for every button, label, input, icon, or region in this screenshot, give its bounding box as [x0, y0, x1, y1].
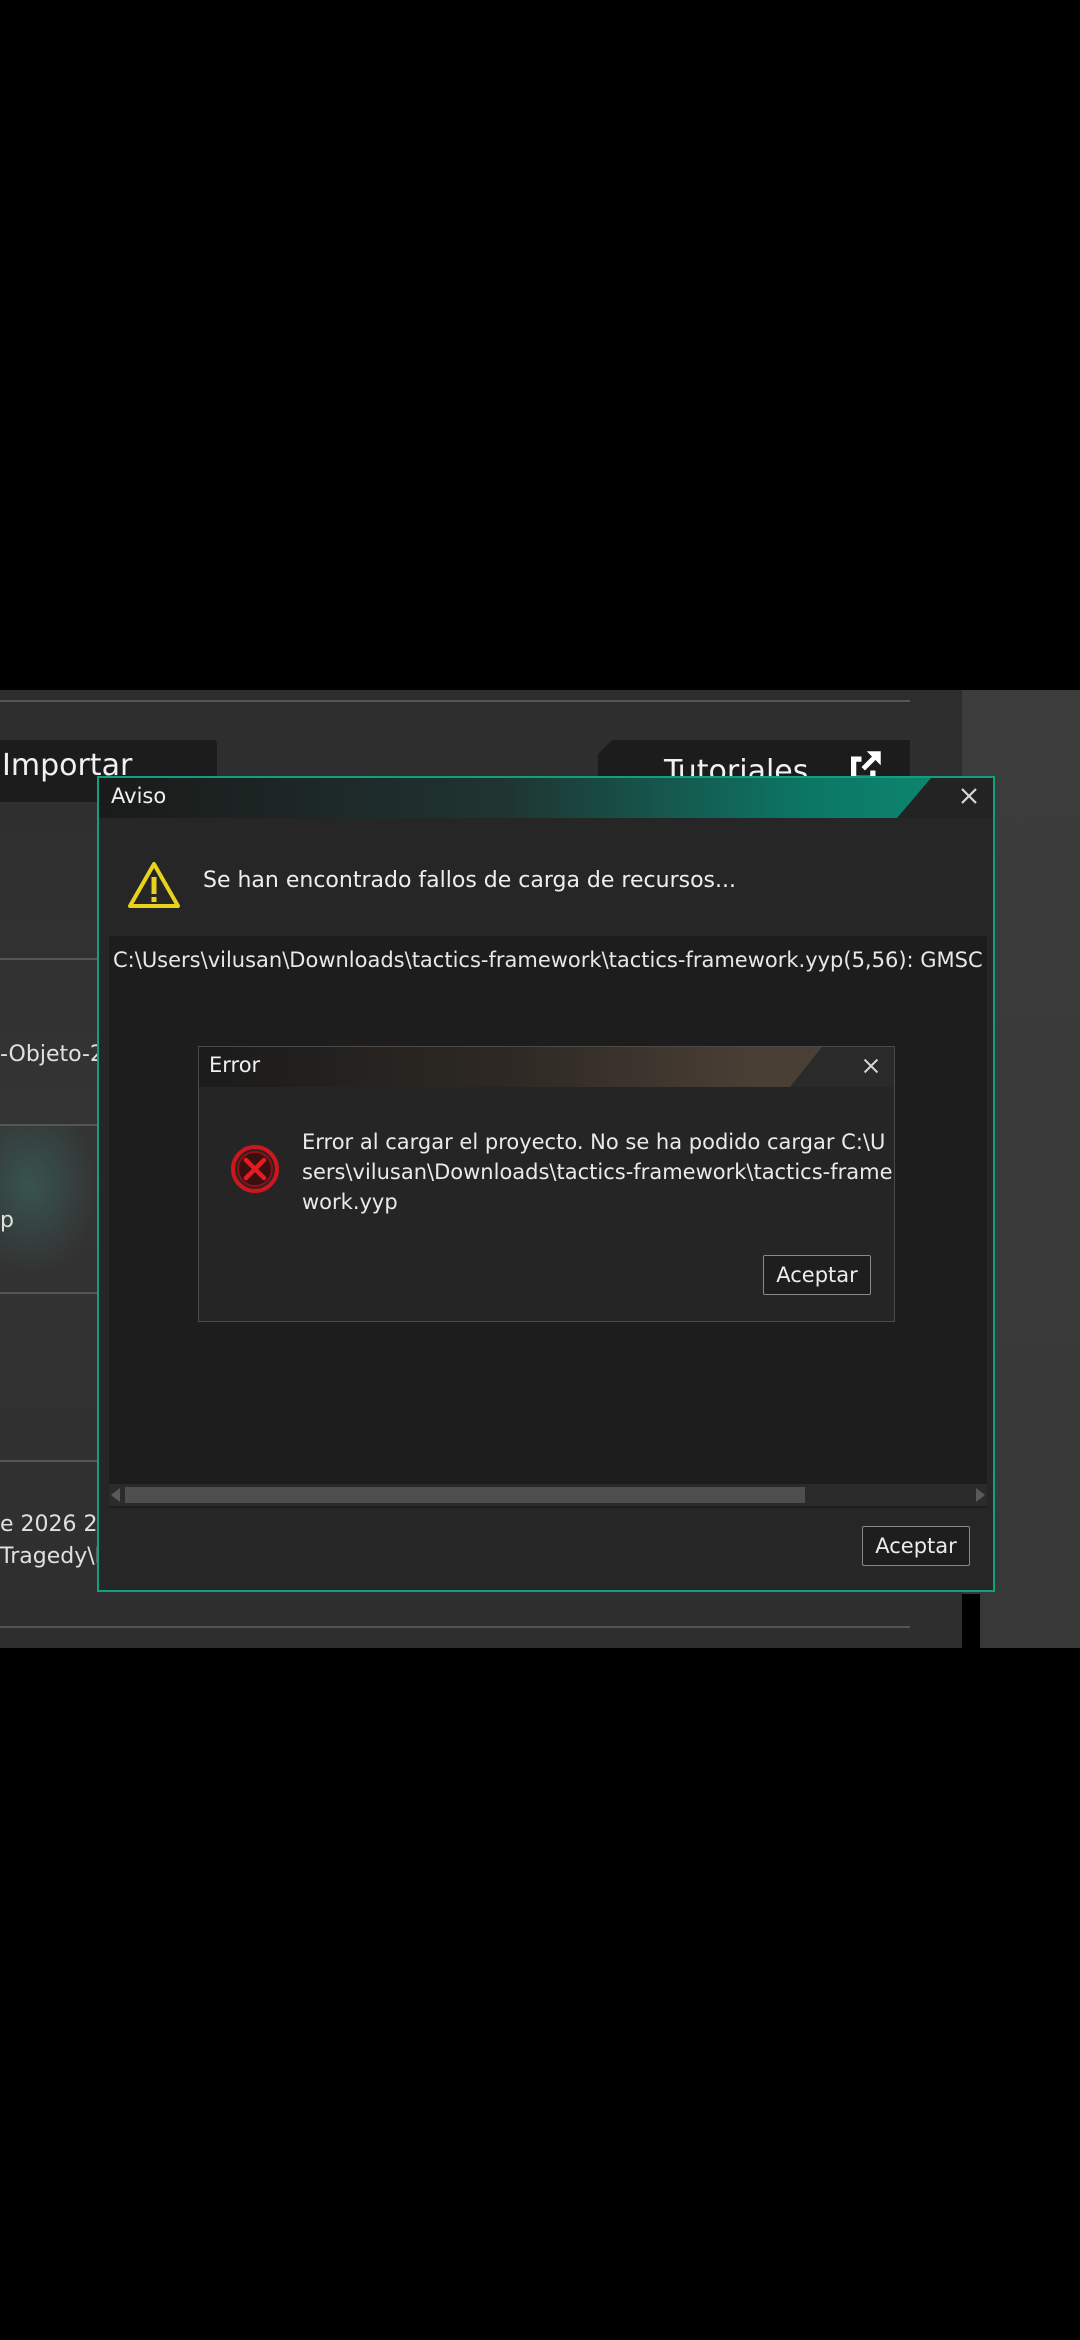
error-close-button[interactable]	[790, 1047, 894, 1087]
warning-icon	[128, 862, 180, 908]
scrollbar-thumb[interactable]	[125, 1487, 805, 1503]
log-line: C:\Users\vilusan\Downloads\tactics-frame…	[113, 948, 987, 972]
project-list-item-name[interactable]: p	[0, 1208, 14, 1233]
aviso-accept-button[interactable]: Aceptar	[862, 1526, 970, 1566]
aviso-title: Aviso	[111, 784, 167, 808]
close-icon	[863, 1058, 879, 1074]
error-message: Error al cargar el proyecto. No se ha po…	[302, 1130, 893, 1214]
divider	[0, 700, 910, 702]
error-accept-button[interactable]: Aceptar	[763, 1255, 871, 1295]
scroll-left-arrow-icon[interactable]	[111, 1488, 120, 1502]
error-dialog: Error Error al cargar el proyecto. No se…	[198, 1046, 895, 1322]
aviso-message: Se han encontrado fallos de carga de rec…	[203, 868, 736, 893]
background-right-edge	[962, 1594, 980, 1648]
error-titlebar[interactable]: Error	[199, 1047, 894, 1087]
horizontal-scrollbar[interactable]	[109, 1484, 987, 1506]
divider	[0, 1292, 100, 1294]
divider	[0, 1460, 100, 1462]
error-x-icon	[231, 1145, 279, 1193]
close-icon	[961, 788, 977, 804]
project-list-item-path: Tragedy\N	[0, 1544, 112, 1569]
aviso-titlebar[interactable]: Aviso	[99, 778, 993, 818]
divider	[0, 1626, 910, 1628]
divider	[0, 958, 100, 960]
error-title: Error	[209, 1053, 261, 1077]
scroll-right-arrow-icon[interactable]	[976, 1488, 985, 1502]
project-list-item-date: e 2026 21	[0, 1512, 112, 1537]
project-list-item-highlight	[0, 1125, 100, 1275]
aviso-close-button[interactable]	[897, 778, 993, 818]
